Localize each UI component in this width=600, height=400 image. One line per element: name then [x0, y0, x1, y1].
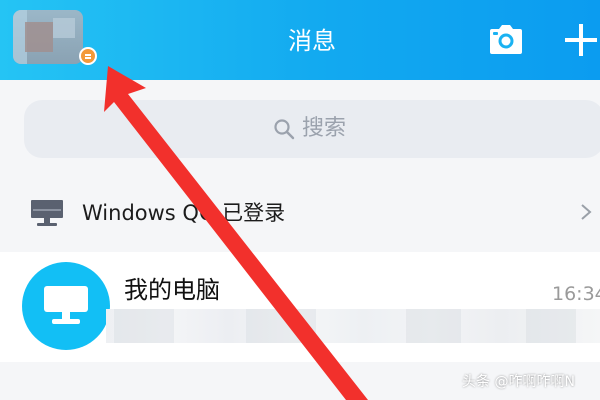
avatar-blur-block	[53, 18, 75, 38]
windows-login-label: Windows QQ 已登录	[82, 201, 286, 225]
top-header-bar: 消息	[0, 0, 600, 80]
qq-messages-screen: 消息 搜索 Windows QQ 已登录 我的电脑 16:3 头条 @咋啊咋啊N	[0, 0, 600, 400]
camera-icon[interactable]	[488, 24, 524, 56]
my-computer-avatar	[22, 262, 110, 350]
user-avatar[interactable]	[13, 10, 83, 64]
conversation-preview-blurred	[106, 309, 600, 343]
conversation-time: 16:34	[552, 283, 600, 305]
search-bar[interactable]: 搜索	[24, 100, 600, 158]
plus-icon[interactable]	[562, 20, 600, 60]
windows-login-status-row[interactable]: Windows QQ 已登录	[0, 188, 600, 236]
conversation-name: 我的电脑	[124, 276, 220, 304]
search-icon	[274, 119, 295, 140]
monitor-icon	[31, 200, 63, 226]
watermark: 头条 @咋啊咋啊N	[462, 374, 575, 390]
conversation-item[interactable]: 我的电脑 16:34	[0, 252, 600, 362]
avatar-blur-block	[25, 22, 53, 52]
page-title: 消息	[288, 27, 336, 55]
menu-lines-icon[interactable]	[79, 47, 97, 65]
search-placeholder: 搜索	[302, 116, 347, 141]
chevron-right-icon	[581, 204, 592, 220]
computer-monitor-icon	[44, 286, 88, 324]
